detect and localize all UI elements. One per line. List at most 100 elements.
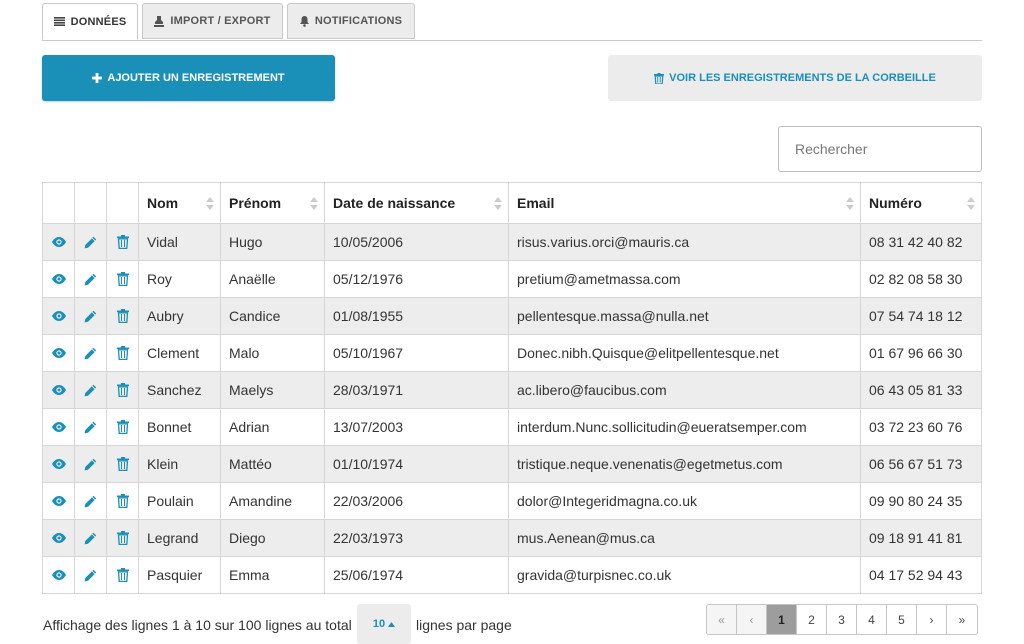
table-row: Clement Malo 05/10/1967 Donec.nibh.Quisque@… (42, 334, 982, 372)
edit-record-button[interactable] (74, 260, 107, 298)
delete-record-button[interactable] (106, 371, 139, 409)
cell-email: dolor@Integeridmagna.co.uk (508, 482, 861, 520)
page-button-4[interactable]: 4 (857, 605, 887, 634)
add-record-button[interactable]: AJOUTER UN ENREGISTREMENT (42, 55, 335, 101)
column-header-numero[interactable]: Numéro (860, 182, 982, 224)
delete-record-button[interactable] (106, 482, 139, 520)
eye-icon (51, 274, 66, 284)
records-table: Nom Prénom Date de naissance Email Numér… (42, 182, 982, 594)
cell-email: mus.Aenean@mus.ca (508, 519, 861, 557)
column-header-nom[interactable]: Nom (138, 182, 221, 224)
table-header-row: Nom Prénom Date de naissance Email Numér… (42, 182, 982, 224)
view-record-button[interactable] (42, 334, 75, 372)
cell-nom: Klein (138, 445, 221, 483)
trash-icon (115, 420, 130, 434)
edit-record-button[interactable] (74, 223, 107, 261)
page-button-3[interactable]: 3 (827, 605, 857, 634)
cell-email: gravida@turpisnec.co.uk (508, 556, 861, 594)
view-record-button[interactable] (42, 223, 75, 261)
cell-prenom: Mattéo (220, 445, 325, 483)
cell-prenom: Hugo (220, 223, 325, 261)
cell-date: 01/10/1974 (324, 445, 509, 483)
trash-icon (115, 494, 130, 508)
pencil-icon (83, 384, 98, 397)
table-row: Aubry Candice 01/08/1955 pellentesque.massa… (42, 297, 982, 335)
trash-icon (115, 531, 130, 545)
caret-up-icon (388, 621, 396, 627)
view-record-button[interactable] (42, 482, 75, 520)
edit-record-button[interactable] (74, 297, 107, 335)
delete-record-button[interactable] (106, 556, 139, 594)
cell-numero: 03 72 23 60 76 (860, 408, 982, 446)
tab-bar: DONNÉES IMPORT / EXPORT NOTIFICATIONS (42, 3, 982, 41)
edit-record-button[interactable] (74, 334, 107, 372)
delete-record-button[interactable] (106, 445, 139, 483)
pencil-icon (83, 310, 98, 323)
prev-page-button[interactable]: ‹ (737, 605, 767, 634)
bell-icon (299, 15, 309, 27)
cell-numero: 08 31 42 40 82 (860, 223, 982, 261)
delete-record-button[interactable] (106, 408, 139, 446)
cell-nom: Poulain (138, 482, 221, 520)
first-page-button[interactable]: « (707, 605, 737, 634)
edit-record-button[interactable] (74, 408, 107, 446)
edit-record-button[interactable] (74, 519, 107, 557)
edit-record-button[interactable] (74, 556, 107, 594)
next-page-button[interactable]: › (917, 605, 947, 634)
delete-record-button[interactable] (106, 519, 139, 557)
tab-notifications[interactable]: NOTIFICATIONS (287, 3, 415, 39)
cell-date: 05/12/1976 (324, 260, 509, 298)
page-button-5[interactable]: 5 (887, 605, 917, 634)
edit-record-button[interactable] (74, 371, 107, 409)
edit-record-button[interactable] (74, 445, 107, 483)
plus-icon (92, 73, 103, 83)
last-page-button[interactable]: » (947, 605, 977, 634)
per-page-label: lignes par page (416, 617, 512, 633)
table-body: Vidal Hugo 10/05/2006 risus.varius.orci@mau… (42, 223, 982, 594)
search-input[interactable] (778, 126, 982, 172)
cell-numero: 02 82 08 58 30 (860, 260, 982, 298)
table-row: Pasquier Emma 25/06/1974 gravida@turpisnec.… (42, 556, 982, 594)
column-header-date-naissance[interactable]: Date de naissance (324, 182, 509, 224)
table-row: Vidal Hugo 10/05/2006 risus.varius.orci@mau… (42, 223, 982, 261)
trash-icon (115, 235, 130, 249)
cell-prenom: Malo (220, 334, 325, 372)
tab-label: NOTIFICATIONS (314, 15, 403, 27)
cell-nom: Bonnet (138, 408, 221, 446)
trash-icon (115, 568, 130, 582)
view-record-button[interactable] (42, 297, 75, 335)
cell-numero: 04 17 52 94 43 (860, 556, 982, 594)
cell-numero: 06 56 67 51 73 (860, 445, 982, 483)
tab-import-export[interactable]: IMPORT / EXPORT (142, 3, 283, 39)
tab-donnees[interactable]: DONNÉES (42, 3, 138, 40)
cell-email: risus.varius.orci@mauris.ca (508, 223, 861, 261)
column-header-prenom[interactable]: Prénom (220, 182, 325, 224)
eye-icon (51, 422, 66, 432)
trash-icon (115, 346, 130, 360)
view-record-button[interactable] (42, 408, 75, 446)
cell-numero: 06 43 05 81 33 (860, 371, 982, 409)
delete-record-button[interactable] (106, 297, 139, 335)
cell-nom: Aubry (138, 297, 221, 335)
pencil-icon (83, 236, 98, 249)
cell-prenom: Candice (220, 297, 325, 335)
page-button-1[interactable]: 1 (767, 605, 797, 634)
view-record-button[interactable] (42, 519, 75, 557)
cell-date: 28/03/1971 (324, 371, 509, 409)
view-record-button[interactable] (42, 371, 75, 409)
column-header-email[interactable]: Email (508, 182, 861, 224)
delete-record-button[interactable] (106, 260, 139, 298)
cell-date: 05/10/1967 (324, 334, 509, 372)
view-trash-button[interactable]: VOIR LES ENREGISTREMENTS DE LA CORBEILLE (608, 55, 982, 101)
edit-record-button[interactable] (74, 482, 107, 520)
view-record-button[interactable] (42, 445, 75, 483)
view-record-button[interactable] (42, 260, 75, 298)
view-record-button[interactable] (42, 556, 75, 594)
page-button-2[interactable]: 2 (797, 605, 827, 634)
delete-record-button[interactable] (106, 223, 139, 261)
per-page-dropdown[interactable]: 10 (357, 604, 411, 644)
delete-record-button[interactable] (106, 334, 139, 372)
trash-icon (654, 72, 665, 84)
cell-date: 13/07/2003 (324, 408, 509, 446)
pagination: «‹ 1 2 3 4 5 ›» (706, 604, 978, 635)
